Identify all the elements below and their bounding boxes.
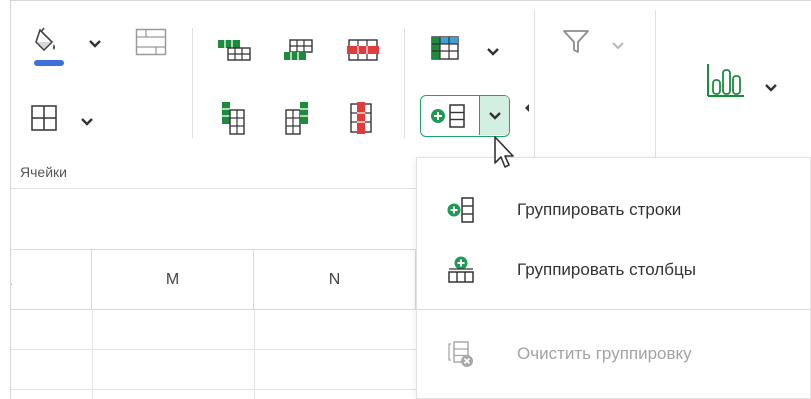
format-as-table-button[interactable]: [430, 35, 464, 68]
menu-item-label: Группировать строки: [517, 200, 682, 219]
insert-column-right-icon: [285, 102, 308, 135]
insert-column-left-icon: [222, 102, 245, 135]
group-rows-icon: [431, 104, 465, 128]
borders-icon: [31, 105, 57, 131]
grid-row-line: [11, 389, 416, 390]
column-header-l[interactable]: L: [11, 250, 92, 310]
column-label: L: [11, 272, 12, 290]
delete-column-button[interactable]: [348, 100, 374, 141]
group-dialog-launcher[interactable]: [524, 100, 530, 118]
merge-cells-icon: [135, 28, 167, 56]
group-split-button[interactable]: [420, 95, 510, 137]
mouse-pointer: [493, 135, 519, 173]
filter-button[interactable]: [562, 28, 590, 61]
clear-grouping-icon: [448, 341, 473, 367]
group-dropdown-toggle[interactable]: [480, 96, 509, 135]
ribbon-separator: [404, 28, 405, 138]
grid-column-line: [92, 310, 93, 399]
column-label: N: [328, 270, 341, 288]
ribbon-separator: [192, 28, 193, 138]
menu-separator: [417, 309, 810, 310]
insert-chart-dropdown[interactable]: [764, 80, 778, 98]
menu-item-clear-grouping: Очистить группировку: [417, 328, 810, 380]
fill-color-button[interactable]: [32, 24, 72, 68]
chevron-down-icon: [89, 40, 101, 48]
menu-item-group-rows[interactable]: Группировать строки: [417, 184, 810, 236]
paint-bucket-icon: [34, 27, 64, 66]
merge-cells-button[interactable]: [135, 28, 167, 61]
caret-left-icon: [525, 104, 529, 112]
formula-bar-area: [11, 189, 416, 250]
chevron-down-icon: [765, 84, 777, 92]
menu-item-group-columns[interactable]: Группировать столбцы: [417, 244, 810, 296]
filter-icon: [563, 30, 589, 53]
insert-row-above-icon: [218, 40, 251, 61]
column-header-n[interactable]: N: [254, 250, 416, 310]
cursor-arrow-icon: [494, 136, 514, 168]
bar-chart-icon: [707, 64, 744, 97]
insert-row-below-icon: [284, 39, 313, 60]
borders-button[interactable]: [30, 104, 58, 137]
grid-row-line: [11, 349, 416, 350]
ribbon-separator: [655, 10, 656, 180]
insert-chart-button[interactable]: [706, 62, 746, 103]
insert-row-above-button[interactable]: [216, 38, 252, 67]
insert-column-right-button[interactable]: [284, 100, 310, 141]
menu-item-label: Очистить группировку: [517, 344, 692, 363]
group-rows-icon: [447, 197, 474, 223]
chevron-down-icon: [612, 42, 624, 50]
chevron-down-icon: [81, 118, 93, 126]
fill-color-dropdown[interactable]: [88, 36, 102, 54]
column-label: M: [165, 270, 180, 288]
insert-row-below-button[interactable]: [282, 38, 318, 67]
column-header-m[interactable]: M: [92, 250, 254, 310]
delete-row-icon: [347, 39, 379, 61]
delete-column-icon: [350, 102, 372, 134]
menu-item-label: Группировать столбцы: [517, 260, 696, 279]
table-style-icon: [431, 36, 459, 60]
insert-column-left-button[interactable]: [220, 100, 246, 141]
ribbon-separator: [534, 10, 535, 180]
delete-row-button[interactable]: [346, 38, 382, 67]
group-dropdown-menu: Группировать строки Группировать столбцы…: [416, 157, 811, 399]
grid-column-line: [254, 310, 255, 399]
chevron-down-icon: [487, 48, 499, 56]
chevron-down-icon: [489, 112, 501, 120]
format-as-table-dropdown[interactable]: [486, 44, 500, 62]
group-columns-icon: [448, 256, 474, 283]
borders-dropdown[interactable]: [80, 114, 94, 132]
filter-dropdown[interactable]: [611, 38, 625, 56]
cells-group-label: Ячейки: [20, 164, 67, 180]
